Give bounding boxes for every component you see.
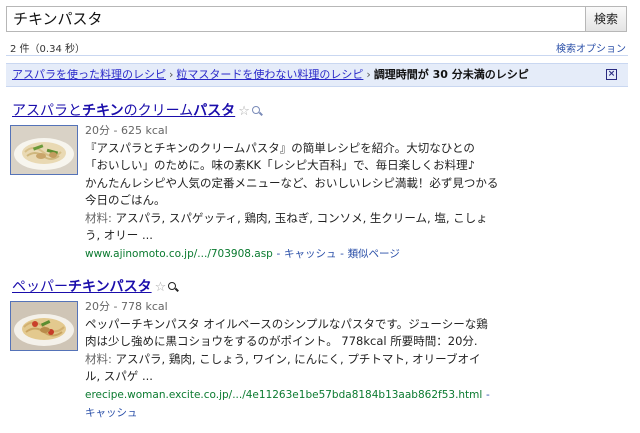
recipe-meta: 20分 - 778 kcal: [85, 300, 168, 313]
result-snippet: 今日のごはん。: [85, 193, 166, 207]
search-input[interactable]: チキンパスタ: [6, 6, 586, 32]
search-button[interactable]: 検索: [585, 6, 627, 32]
recipe-thumbnail[interactable]: [10, 125, 78, 175]
recipe-meta: 20分 - 625 kcal: [85, 124, 168, 137]
ingredients-cont: ル, スパゲ ...: [85, 369, 153, 383]
similar-pages-link[interactable]: 類似ページ: [348, 248, 400, 260]
ingredients: 材料: アスパラ, スパゲッティ, 鶏肉, 玉ねぎ, コンソメ, 生クリーム, …: [85, 210, 488, 225]
close-icon[interactable]: ×: [606, 69, 617, 80]
result-title-link[interactable]: ペッパーチキンパスタ: [12, 279, 152, 295]
cache-link[interactable]: キャッシュ: [284, 248, 337, 260]
cache-link[interactable]: キャッシュ: [85, 407, 138, 419]
search-icon[interactable]: [168, 282, 178, 292]
breadcrumb-separator: ›: [366, 68, 371, 81]
result-snippet: 肉は少し強めに黒コショウをするのがポイント。 778kcal 所要時間：20分.: [85, 334, 478, 348]
star-icon[interactable]: ☆: [155, 280, 167, 295]
breadcrumb-item-asparagus[interactable]: アスパラを使った料理のレシピ: [12, 68, 166, 81]
result-snippet: 『アスパラとチキンのクリームパスタ』の簡単レシピを紹介。大切なひとの: [85, 140, 475, 155]
result-url[interactable]: erecipe.woman.excite.co.jp/.../4e11263e1…: [85, 389, 482, 401]
ingredients-cont: う, オリー ...: [85, 228, 153, 242]
result-url[interactable]: www.ajinomoto.co.jp/.../703908.asp: [85, 248, 273, 260]
star-icon[interactable]: ☆: [238, 104, 250, 119]
result-title-link[interactable]: アスパラとチキンのクリームパスタ: [12, 103, 235, 119]
breadcrumb-separator: ›: [169, 68, 174, 81]
result-stats: 2 件（0.34 秒）: [10, 44, 85, 55]
ingredients: 材料: アスパラ, 鶏肉, こしょう, ワイン, にんにく, プチトマト, オリ…: [85, 351, 481, 366]
search-icon[interactable]: [251, 106, 262, 116]
result-snippet: ペッパーチキンパスタ オイルベースのシンプルなパスタです。ジューシーな鶏: [85, 316, 488, 331]
recipe-thumbnail[interactable]: [10, 301, 78, 351]
result-snippet: かんたんレシピや人気の定番メニューなど、おいしいレシピ満載！必ず見つかる: [85, 175, 499, 190]
divider: [6, 55, 628, 56]
result-snippet: 「おいしい」のために。味の素KK「レシピ大百科」で、毎日楽しくお料理♪: [85, 158, 475, 172]
breadcrumb-item-mustard[interactable]: 粒マスタードを使わない料理のレシピ: [176, 68, 363, 81]
search-options-link[interactable]: 検索オプション: [556, 40, 626, 55]
breadcrumb: アスパラを使った料理のレシピ › 粒マスタードを使わない料理のレシピ › 調理時間が 3…: [6, 63, 628, 87]
breadcrumb-current: 調理時間が 30 分未満のレシピ: [373, 68, 529, 81]
